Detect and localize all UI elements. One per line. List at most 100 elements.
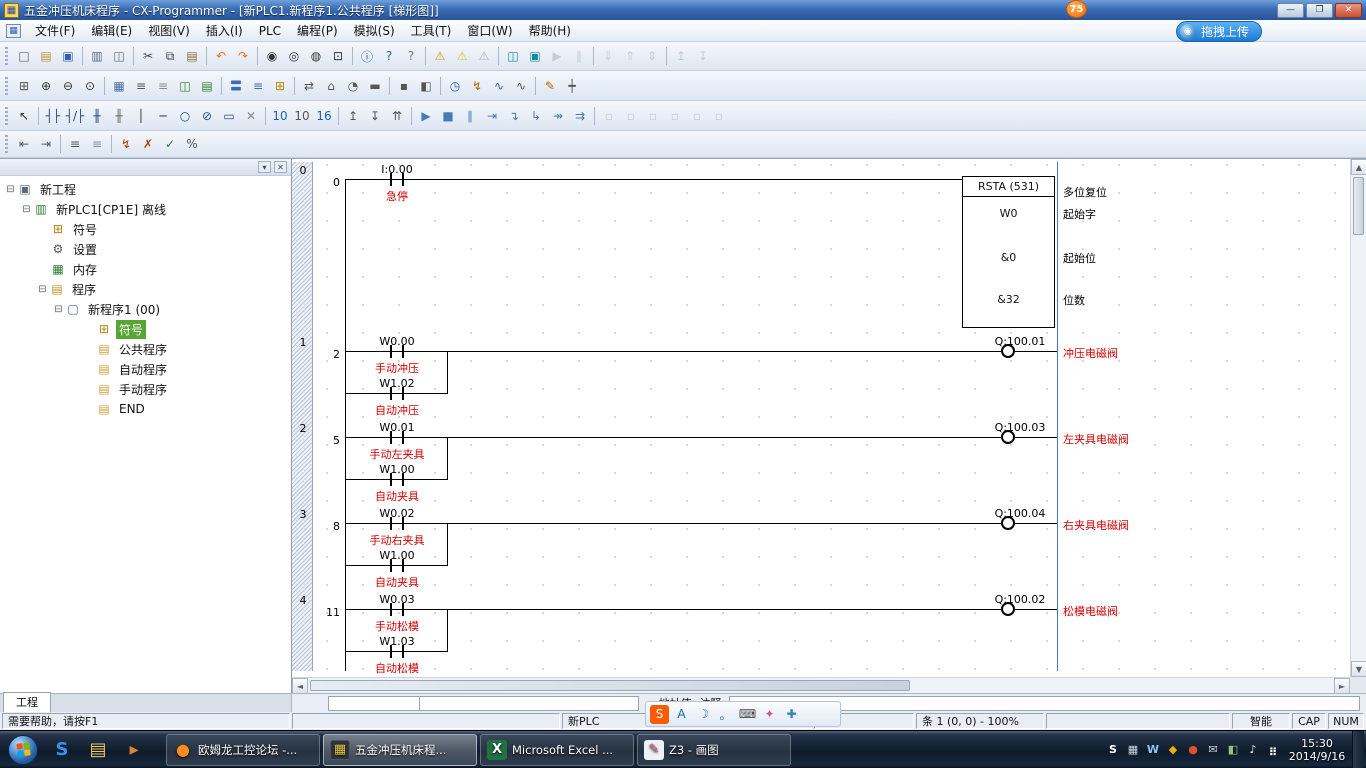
tab-project[interactable]: 工程 — [3, 692, 51, 712]
open-file-icon[interactable]: ▤ — [35, 46, 57, 67]
time-chart-icon[interactable]: ∿ — [510, 75, 532, 96]
release-edit-icon[interactable]: ▫ — [664, 105, 686, 126]
vertical-wire-icon[interactable]: │ — [130, 105, 152, 126]
menu-window[interactable]: 窗口(W) — [459, 19, 520, 42]
properties-icon[interactable]: ▪ — [393, 75, 415, 96]
open-contact[interactable] — [390, 473, 404, 486]
sogou-browser-icon[interactable]: S — [45, 734, 79, 766]
force-reset-icon[interactable]: ↧ — [692, 46, 714, 67]
io-comment-icon[interactable]: ▤ — [196, 75, 218, 96]
new-open-contact-icon[interactable]: ┤├ — [42, 105, 64, 126]
show-desktop-button[interactable] — [1352, 731, 1364, 768]
find-replace-icon[interactable]: ◎ — [283, 46, 305, 67]
download-to-plc-icon[interactable]: ⇓ — [597, 46, 619, 67]
menu-file[interactable]: 文件(F) — [27, 19, 83, 42]
or-closed-contact-icon[interactable]: ╫ — [108, 105, 130, 126]
tree-item-auto-section[interactable]: ▤ 自动程序 — [0, 359, 291, 379]
save-icon[interactable]: ▣ — [57, 46, 79, 67]
tree-item-plc[interactable]: ⊟ ▥ 新PLC1[CP1E] 离线 — [0, 199, 291, 219]
pause-mode-icon[interactable]: ∥ — [568, 46, 590, 67]
ladder-canvas[interactable]: 0 0 I:0.00 急停 RSTA (531) W0 &0 &32 多位复位 … — [292, 159, 1350, 677]
scroll-down-icon[interactable]: ▼ — [1351, 661, 1366, 677]
status-ime-mode[interactable]: 智能 — [1232, 713, 1290, 729]
step-in-icon[interactable]: ↴ — [503, 105, 525, 126]
sim-stop-icon[interactable]: ■ — [437, 105, 459, 126]
output-coil[interactable] — [1001, 430, 1015, 444]
program-check-icon[interactable]: ⚠ — [451, 46, 473, 67]
online-warning-icon[interactable]: ⚠ — [473, 46, 495, 67]
panel-close-icon[interactable]: ✕ — [274, 161, 287, 173]
data-trace-icon[interactable]: ∿ — [488, 75, 510, 96]
align-left-icon[interactable]: ≡ — [64, 134, 86, 155]
check-program-icon[interactable]: ✓ — [159, 134, 181, 155]
new-file-icon[interactable]: □ — [13, 46, 35, 67]
horizontal-scroll-thumb[interactable] — [310, 680, 910, 691]
toolbox-icon[interactable]: ✚ — [782, 705, 801, 724]
or-open-contact-icon[interactable]: ╫ — [86, 105, 108, 126]
ladder-rung[interactable]: 1 2 W0.00 手动冲压 W1.02 自动冲压 Q:100.01 冲压电磁阀 — [292, 334, 1350, 420]
menu-help[interactable]: 帮助(H) — [521, 19, 579, 42]
address-input[interactable] — [328, 696, 420, 711]
scan-run-icon[interactable]: ⇉ — [569, 105, 591, 126]
monitor-signed-decimal-icon[interactable]: 10 — [291, 105, 313, 126]
force-set-icon[interactable]: ↥ — [670, 46, 692, 67]
ladder-rung[interactable]: 4 11 W0.03 手动松模 W1.03 自动松模 Q:100.02 松模电磁… — [292, 592, 1350, 677]
instruction-block[interactable]: RSTA (531) W0 &0 &32 — [962, 176, 1055, 328]
network-icon[interactable]: ⣶ — [1264, 741, 1282, 759]
name-input[interactable] — [404, 696, 639, 711]
vertical-scrollbar[interactable]: ▲ ▼ — [1350, 159, 1366, 677]
grid-toggle-icon[interactable]: ▦ — [108, 75, 130, 96]
address-reference-icon[interactable]: ⌂ — [320, 75, 342, 96]
tree-item-symbols[interactable]: ⊞ 符号 — [0, 219, 291, 239]
block-operand[interactable]: &0 — [963, 251, 1054, 264]
insert-row-icon[interactable]: ↯ — [115, 134, 137, 155]
menu-view[interactable]: 视图(V) — [140, 19, 198, 42]
menu-simulation[interactable]: 模拟(S) — [346, 19, 403, 42]
delete-wire-icon[interactable]: ✕ — [240, 105, 262, 126]
toolbar-grip[interactable] — [5, 77, 8, 95]
paste-icon[interactable]: ▤ — [181, 46, 203, 67]
tree-item-symbols-local[interactable]: ⊞ 符号 — [0, 319, 291, 339]
scroll-up-icon[interactable]: ▲ — [1351, 159, 1366, 175]
tray-icon[interactable]: ◧ — [1224, 741, 1242, 759]
toolbar-grip[interactable] — [5, 107, 8, 125]
symbol-table-icon[interactable]: ⊞ — [269, 75, 291, 96]
collapse-icon[interactable]: ⊟ — [20, 204, 33, 215]
panel-menu-icon[interactable]: ▾ — [258, 161, 271, 173]
collapse-icon[interactable]: ⊟ — [4, 184, 17, 195]
compare-with-plc-icon[interactable]: ⇕ — [641, 46, 663, 67]
edit-symbol-icon[interactable]: ✎ — [539, 75, 561, 96]
upload-from-plc-icon[interactable]: ⇑ — [619, 46, 641, 67]
print-preview-icon[interactable]: ◫ — [108, 46, 130, 67]
menu-tools[interactable]: 工具(T) — [403, 19, 460, 42]
document-icon[interactable]: ▦ — [6, 24, 21, 38]
symbol-comment-icon[interactable]: ≡ — [152, 75, 174, 96]
menu-plc[interactable]: PLC — [251, 21, 289, 41]
select-grid-icon[interactable]: ⊞ — [13, 75, 35, 96]
open-contact[interactable] — [390, 431, 404, 444]
mnemonic-view-icon[interactable]: ≡ — [247, 75, 269, 96]
input-mode-icon[interactable]: A — [672, 705, 691, 724]
undo-icon[interactable]: ↶ — [210, 46, 232, 67]
set-value-icon[interactable]: ↥ — [342, 105, 364, 126]
ladder-rung[interactable]: 3 8 W0.02 手动右夹具 W1.00 自动夹具 Q:100.04 右夹具电… — [292, 506, 1350, 592]
sim-pause-icon[interactable]: ∥ — [459, 105, 481, 126]
copy-icon[interactable]: ⧉ — [159, 46, 181, 67]
open-contact[interactable] — [390, 387, 404, 400]
soft-keyboard-icon[interactable]: ⌨ — [738, 705, 757, 724]
taskbar-clock[interactable]: 15:30 2014/9/16 — [1282, 737, 1352, 763]
open-contact[interactable] — [390, 345, 404, 358]
new-coil-icon[interactable]: ○ — [174, 105, 196, 126]
cross-reference-icon[interactable]: ⇄ — [298, 75, 320, 96]
block-operand[interactable]: &32 — [963, 293, 1054, 306]
sogou-tray-icon[interactable]: S — [1104, 741, 1122, 759]
scroll-left-icon[interactable]: ◄ — [292, 678, 308, 693]
find-symbol-icon[interactable]: ◍ — [305, 46, 327, 67]
output-window-icon[interactable]: ▬ — [364, 75, 386, 96]
workspace-toggle-icon[interactable]: ◧ — [415, 75, 437, 96]
taskbar-item-cx-programmer[interactable]: ▦ 五金冲压机床程... — [323, 734, 477, 766]
cut-icon[interactable]: ✂ — [137, 46, 159, 67]
monitor-data-icon[interactable]: ◫ — [174, 75, 196, 96]
temperature-badge[interactable]: 75 — [1066, 0, 1087, 18]
taskbar-item-paint[interactable]: ✎ Z3 - 画图 — [637, 734, 791, 766]
